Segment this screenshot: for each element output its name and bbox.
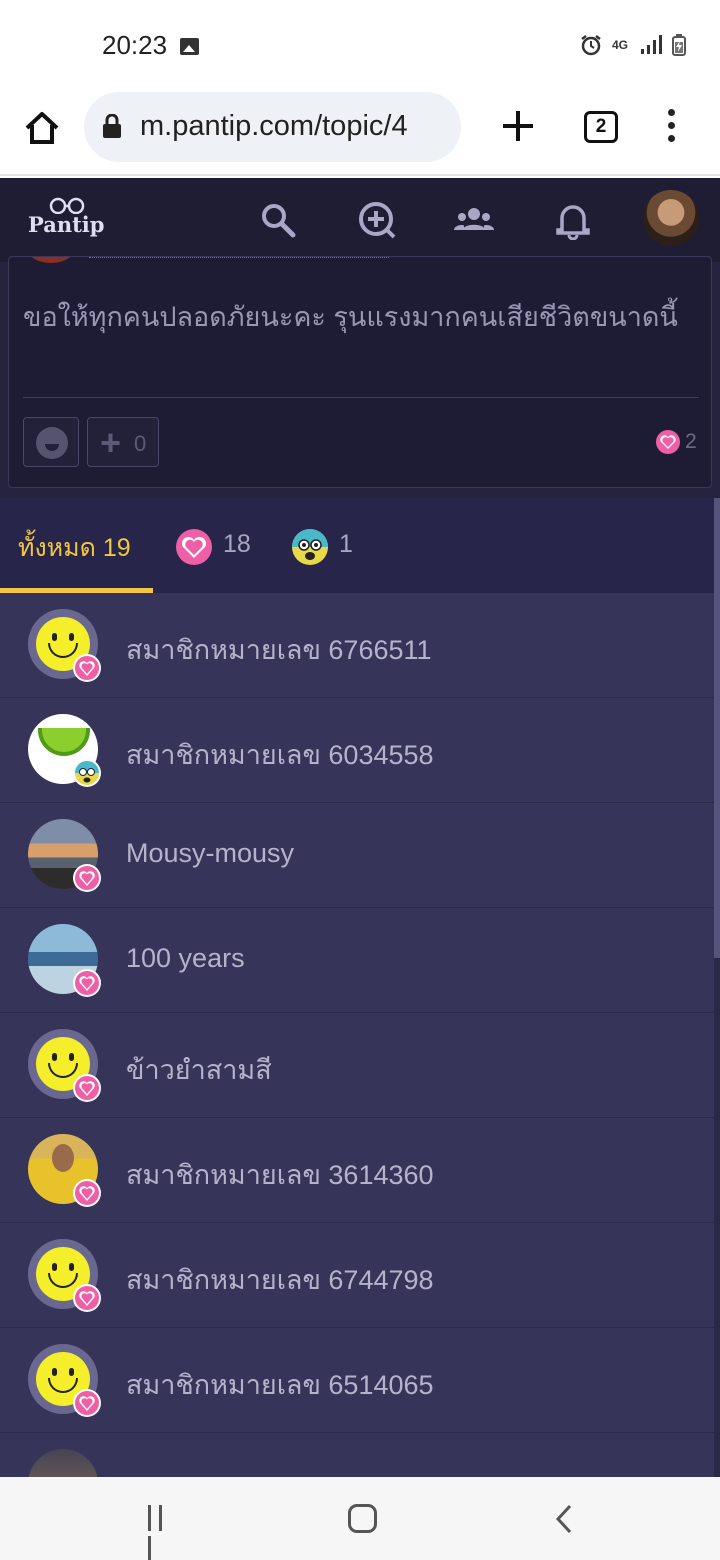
list-item[interactable]: สมาชิกหมายเลข 3393115 xyxy=(0,1433,714,1477)
new-tab-icon[interactable] xyxy=(498,106,538,146)
reaction-tabs: ทั้งหมด 19 18 1 xyxy=(0,498,714,593)
comment-text: ขอให้ทุกคนปลอดภัยนะคะ รุนแรงมากคนเสียชีว… xyxy=(23,302,678,332)
plus-count: 0 xyxy=(134,431,147,456)
site-header: Pantip xyxy=(0,178,720,262)
bell-icon[interactable] xyxy=(553,200,593,240)
tab-shock-count: 1 xyxy=(339,530,353,558)
user-name: สมาชิกหมายเลข 6034558 xyxy=(126,740,434,770)
browser-toolbar: m.pantip.com/topic/4 2 xyxy=(0,92,720,176)
user-name: สมาชิกหมายเลข 6744798 xyxy=(126,1265,434,1295)
heart-icon xyxy=(176,529,212,565)
image-icon xyxy=(180,38,199,55)
list-item[interactable]: ข้าวยำสามสี xyxy=(0,1013,714,1118)
heart-icon xyxy=(73,1284,101,1312)
heart-icon xyxy=(73,654,101,682)
profile-avatar[interactable] xyxy=(643,190,699,246)
post-section: ขอให้ทุกคนปลอดภัยนะคะ รุนแรงมากคนเสียชีว… xyxy=(0,256,720,498)
scrollbar-thumb[interactable] xyxy=(714,498,720,958)
user-avatar xyxy=(28,1449,98,1477)
heart-count: 2 xyxy=(685,430,697,453)
list-item[interactable]: สมาชิกหมายเลข 6766511 xyxy=(0,593,714,698)
battery-icon xyxy=(672,34,686,56)
comment-card: ขอให้ทุกคนปลอดภัยนะคะ รุนแรงมากคนเสียชีว… xyxy=(8,256,712,488)
list-item[interactable]: Mousy-mousy xyxy=(0,803,714,908)
alarm-icon xyxy=(581,35,601,56)
list-item[interactable]: สมาชิกหมายเลข 6514065 xyxy=(0,1328,714,1433)
home-button-icon[interactable] xyxy=(348,1504,377,1533)
plus-button[interactable]: + 0 xyxy=(87,417,159,467)
emotion-button[interactable] xyxy=(23,417,79,467)
list-item[interactable]: 100 years xyxy=(0,908,714,1013)
smile-icon xyxy=(36,427,68,459)
lock-icon xyxy=(103,114,121,138)
heart-icon xyxy=(73,1179,101,1207)
tab-all-label: ทั้งหมด 19 xyxy=(18,534,131,562)
status-time: 20:23 xyxy=(102,30,168,60)
heart-icon[interactable] xyxy=(655,429,681,455)
community-icon[interactable] xyxy=(454,200,494,240)
tab-shock[interactable]: 1 xyxy=(291,528,361,568)
system-nav-bar xyxy=(0,1477,720,1560)
new-topic-icon[interactable] xyxy=(357,200,397,240)
back-icon[interactable] xyxy=(554,1504,574,1534)
tab-all[interactable]: ทั้งหมด 19 xyxy=(0,498,153,593)
plus-icon: + xyxy=(100,422,122,463)
tab-switcher-button[interactable]: 2 xyxy=(584,111,618,143)
user-name: สมาชิกหมายเลข 3393115 xyxy=(126,1468,432,1477)
divider xyxy=(23,397,699,398)
network-type: 4G xyxy=(612,38,629,52)
pantip-logo[interactable]: Pantip xyxy=(28,192,108,248)
url-text: m.pantip.com/topic/4 xyxy=(140,110,408,142)
recent-apps-icon[interactable] xyxy=(148,1505,176,1560)
author-avatar[interactable] xyxy=(27,257,75,263)
status-icons: 4G xyxy=(580,34,686,56)
shocked-face-icon xyxy=(292,529,328,565)
tab-heart-count: 18 xyxy=(223,530,251,558)
user-name: สมาชิกหมายเลข 6514065 xyxy=(126,1370,434,1400)
reaction-user-list: สมาชิกหมายเลข 6766511 สมาชิกหมายเลข 6034… xyxy=(0,593,714,1477)
search-icon[interactable] xyxy=(258,200,298,240)
user-name: สมาชิกหมายเลข 3614360 xyxy=(126,1160,434,1190)
user-name: Mousy-mousy xyxy=(126,838,295,868)
heart-icon xyxy=(73,1389,101,1417)
list-item[interactable]: สมาชิกหมายเลข 6744798 xyxy=(0,1223,714,1328)
user-name: 100 years xyxy=(126,943,245,973)
shocked-face-icon xyxy=(73,759,101,787)
user-name: ข้าวยำสามสี xyxy=(126,1055,272,1085)
home-icon[interactable] xyxy=(22,108,62,148)
user-name: สมาชิกหมายเลข 6766511 xyxy=(126,635,432,665)
heart-icon xyxy=(73,969,101,997)
divider xyxy=(89,257,389,258)
status-bar: 20:23 4G xyxy=(0,0,720,92)
list-item[interactable]: สมาชิกหมายเลข 3614360 xyxy=(0,1118,714,1223)
heart-icon xyxy=(73,864,101,892)
more-menu-icon[interactable] xyxy=(660,106,682,146)
heart-icon xyxy=(73,1074,101,1102)
tab-heart[interactable]: 18 xyxy=(175,528,265,568)
signal-icon xyxy=(641,35,662,54)
address-bar[interactable]: m.pantip.com/topic/4 xyxy=(84,92,461,162)
logo-text: Pantip xyxy=(28,212,105,237)
list-item[interactable]: สมาชิกหมายเลข 6034558 xyxy=(0,698,714,803)
